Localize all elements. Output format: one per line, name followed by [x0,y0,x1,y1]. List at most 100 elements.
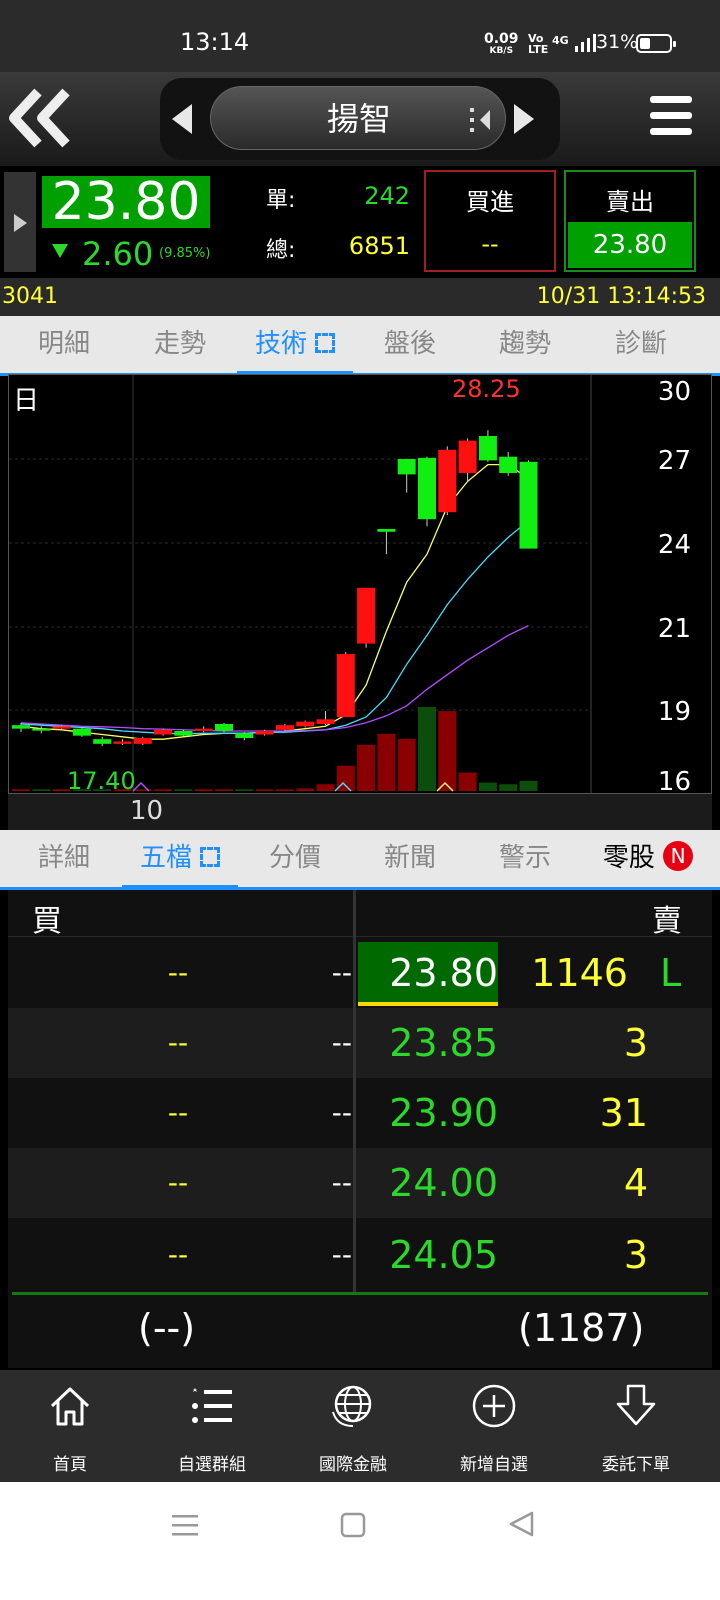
volume-bar [12,789,30,791]
volume-bar [357,744,376,791]
bid-volume: -- [167,1166,189,1199]
nav-label: 委託下單 [602,1455,670,1475]
order-book-row[interactable]: -- -- 24.00 4 [8,1148,712,1218]
bid-volume: -- [167,1096,189,1129]
buy-price: -- [481,230,499,258]
recents-icon[interactable] [170,1512,200,1538]
tab-label: 盤後 [383,329,436,359]
sell-price: 23.80 [568,222,692,268]
tab-odd-lot[interactable]: 零股 N [583,830,713,890]
buy-label: 買進 [466,188,514,216]
buy-button[interactable]: 買進 -- [424,170,556,272]
order-book-row[interactable]: -- -- 23.85 3 [8,1008,712,1078]
nav-place-order[interactable]: 委託下單 [566,1370,706,1482]
quote-panel: 23.80 2.60 (9.85%) 單: 242 總: 6851 買進 -- … [0,166,720,278]
back-button[interactable] [8,86,78,150]
last-price: 23.80 [42,176,210,228]
volume-bar [478,782,497,791]
ask-volume: 1146 [531,951,628,995]
book-total-divider [12,1292,708,1295]
detail-tabs: 詳細 五檔 分價 新聞 警示 零股 N [0,830,720,890]
low-price-label: 17.40 [67,767,136,793]
y-tick-label: 21 [658,614,691,644]
y-tick-label: 27 [658,446,691,476]
candle-body [438,449,457,513]
candle-body [377,529,396,532]
sell-label: 賣出 [606,188,654,216]
nav-label: 新增自選 [460,1455,528,1475]
info-row: 3041 10/31 13:14:53 [0,278,720,316]
tab-diagnosis[interactable]: 診斷 [583,316,699,376]
candle-body [478,436,497,461]
tab-news[interactable]: 新聞 [352,830,468,890]
ask-price: 24.00 [389,1161,498,1205]
tab-after-hours[interactable]: 盤後 [352,316,468,376]
next-stock-button[interactable] [514,104,534,134]
back-triangle-icon[interactable] [508,1510,534,1538]
order-book-row[interactable]: -- -- 24.05 3 [8,1220,712,1290]
tab-price-volume[interactable]: 分價 [237,830,353,890]
nav-label: 自選群組 [178,1455,246,1475]
signal-type: 4G [552,34,569,47]
candle-body [72,728,91,736]
volume-bar [438,711,457,791]
candle-body [499,456,518,473]
order-book-row[interactable]: -- -- 23.80 1146 L [8,938,712,1008]
signal-icon: 4G [552,34,596,53]
nav-add-watchlist[interactable]: 新增自選 [424,1370,564,1482]
volume-bar [397,738,416,791]
network-speed-unit: KB/S [489,46,514,56]
volume-bar [275,789,294,791]
expand-panel-button[interactable] [4,172,36,272]
tab-label: 五檔 [139,843,192,873]
tab-details[interactable]: 明細 [6,316,122,376]
volume-bar [32,789,51,791]
ask-price: 23.90 [389,1091,498,1135]
nav-watchlist-groups[interactable]: 自選群組 [142,1370,282,1482]
battery-icon [636,34,676,53]
menu-hamburger-icon[interactable] [650,96,694,140]
stock-title-pill[interactable]: 揚智 [210,86,506,150]
nav-home[interactable]: 首頁 [0,1370,140,1482]
tab-trend[interactable]: 走勢 [122,316,238,376]
ask-volume: 4 [623,1161,648,1205]
technical-chart[interactable]: 日 28.25 17.40 30 27 24 21 19 16 [8,374,712,797]
ask-volume: 31 [599,1091,648,1135]
y-tick-label: 19 [658,697,691,727]
tab-tendency[interactable]: 趨勢 [467,316,583,376]
home-square-icon[interactable] [340,1512,366,1538]
tab-detail[interactable]: 詳細 [6,830,122,890]
period-label: 日 [13,386,39,416]
candle-body [255,731,274,735]
tab-label: 零股 [602,843,655,873]
download-arrow-icon [616,1384,656,1426]
y-tick-label: 24 [658,530,691,560]
single-volume-label: 單: [266,188,296,213]
drag-handle-icon[interactable] [470,108,492,132]
candle-body [194,728,213,731]
candle-body [174,731,193,736]
ask-price: 23.85 [389,1021,498,1065]
nav-international[interactable]: 國際金融 [283,1370,423,1482]
tab-five-levels[interactable]: 五檔 [122,830,238,890]
volume-bar [215,789,233,791]
order-book: 買 賣 -- -- 23.80 1146 L -- -- 23.85 3 -- … [8,890,712,1368]
limit-mark: L [660,951,682,995]
app-header: 揚智 [0,72,720,166]
sell-button[interactable]: 賣出 23.80 [564,170,696,272]
bid-volume: -- [167,956,189,989]
quote-datetime: 10/31 13:14:53 [536,284,706,309]
tab-technical[interactable]: 技術 [237,316,353,376]
tab-alerts[interactable]: 警示 [467,830,583,890]
candle-body [113,741,132,744]
order-book-row[interactable]: -- -- 23.90 31 [8,1078,712,1148]
down-triangle-icon [52,244,68,258]
y-tick-label: 30 [658,377,691,407]
system-nav-bar [0,1482,720,1600]
nav-label: 國際金融 [319,1455,387,1475]
expand-icon [315,333,335,353]
volume-bar [418,707,436,791]
home-icon [50,1387,90,1426]
chart-tabs: 明細 走勢 技術 盤後 趨勢 診斷 [0,316,720,376]
prev-stock-button[interactable] [172,104,192,134]
